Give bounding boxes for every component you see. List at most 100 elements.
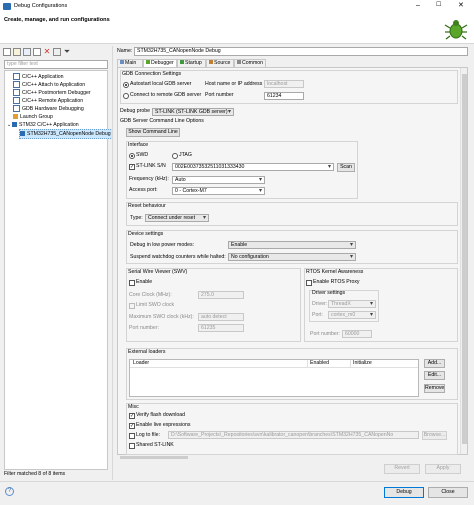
jtag-radio[interactable] bbox=[172, 153, 178, 159]
lowpower-value: Enable bbox=[231, 242, 248, 248]
stlink-sn-value: 002E00373532511031333430 bbox=[175, 164, 245, 170]
rtos-proxy-checkbox[interactable] bbox=[306, 280, 312, 286]
stlink-sn-checkbox[interactable]: ✓ bbox=[129, 164, 135, 170]
port-field[interactable]: 61234 bbox=[264, 92, 304, 100]
pane-splitter[interactable] bbox=[112, 46, 113, 480]
edit-loader-button[interactable]: Edit... bbox=[424, 371, 445, 380]
loader-column-header[interactable]: Loader bbox=[133, 360, 149, 367]
port-value: 61234 bbox=[267, 93, 282, 99]
host-field[interactable]: localhost bbox=[264, 80, 304, 88]
misc-label: Misc bbox=[128, 404, 139, 410]
probe-select[interactable]: ST-LINK (ST-LINK GDB server) bbox=[152, 108, 234, 116]
jtag-label: JTAG bbox=[179, 152, 192, 158]
loaders-table[interactable]: Loader Enabled Initialize bbox=[129, 359, 419, 397]
new-config-icon[interactable] bbox=[3, 48, 11, 56]
live-expr-label: Enable live expressions bbox=[136, 422, 191, 428]
main-tab-icon bbox=[120, 60, 124, 64]
probe-label: Debug probe bbox=[120, 108, 150, 114]
tree-item-cpp-postmortem[interactable]: C/C++ Postmortem Debugger bbox=[13, 89, 91, 97]
cpp-attach-icon bbox=[13, 81, 20, 89]
rtos-port-select[interactable]: cortex_m0 bbox=[328, 311, 376, 319]
tree-item-stm32-app[interactable]: ⌄ STM32 C/C++ Application bbox=[7, 121, 79, 129]
rtos-portnum-field[interactable]: 60000 bbox=[342, 330, 372, 338]
tab-main[interactable]: Main bbox=[117, 59, 143, 67]
show-command-line-label: Show Command Line bbox=[128, 129, 178, 135]
filter-input[interactable]: type filter text bbox=[4, 60, 108, 69]
autostart-radio[interactable] bbox=[123, 82, 129, 88]
filter-icon[interactable]: ⏷ bbox=[63, 48, 71, 56]
hscroll-thumb[interactable] bbox=[120, 456, 188, 459]
vertical-scrollbar[interactable] bbox=[460, 68, 467, 454]
tree-item-selected-config[interactable]: STM32H735_CANopenNode Debug bbox=[19, 129, 113, 139]
tree-item-cpp-attach[interactable]: C/C++ Attach to Application bbox=[13, 81, 85, 89]
shared-stlink-checkbox[interactable] bbox=[129, 443, 135, 449]
apply-button[interactable]: Apply bbox=[425, 464, 461, 474]
browse-button[interactable]: Browse... bbox=[422, 431, 447, 440]
delete-icon[interactable]: ✕ bbox=[43, 48, 51, 56]
close-button[interactable]: Close bbox=[428, 487, 468, 498]
tab-label: Common bbox=[242, 60, 264, 66]
limit-swo-checkbox[interactable] bbox=[129, 303, 135, 309]
watchdog-select[interactable]: No configuration bbox=[228, 253, 356, 261]
debug-button[interactable]: Debug bbox=[384, 487, 424, 498]
host-label: Host name or IP address bbox=[205, 81, 263, 87]
name-field[interactable]: STM32H735_CANopenNode Debug bbox=[134, 47, 468, 56]
limit-swo-label: Limit SWO clock bbox=[136, 302, 175, 308]
tree-item-label: STM32H735_CANopenNode Debug bbox=[27, 131, 111, 137]
tree-item-gdb-hw[interactable]: GDB Hardware Debugging bbox=[13, 105, 84, 113]
startup-tab-icon bbox=[180, 60, 184, 64]
reset-type-select[interactable]: Connect under reset bbox=[145, 214, 209, 222]
collapse-all-icon[interactable] bbox=[53, 48, 61, 56]
swv-port-field[interactable]: 61235 bbox=[198, 324, 244, 332]
swv-enable-checkbox[interactable] bbox=[129, 280, 135, 286]
interface-label: Interface bbox=[128, 142, 149, 148]
remote-radio[interactable] bbox=[123, 93, 129, 99]
rtos-proxy-label: Enable RTOS Proxy bbox=[313, 279, 360, 285]
tab-common[interactable]: Common bbox=[234, 59, 266, 67]
help-icon[interactable]: ? bbox=[5, 487, 14, 496]
tree-item-cpp-app[interactable]: C/C++ Application bbox=[13, 73, 64, 81]
access-port-select[interactable]: 0 - Cortex-M7 bbox=[172, 187, 265, 195]
verify-flash-checkbox[interactable]: ✓ bbox=[129, 413, 135, 419]
tab-label: Source bbox=[214, 60, 231, 66]
app-icon bbox=[3, 3, 11, 10]
driver-select[interactable]: ThreadX bbox=[328, 300, 376, 308]
lowpower-select[interactable]: Enable bbox=[228, 241, 356, 249]
export-icon[interactable] bbox=[23, 48, 31, 56]
initialize-column-header[interactable]: Initialize bbox=[353, 360, 372, 367]
enabled-column-header[interactable]: Enabled bbox=[310, 360, 329, 367]
add-loader-button[interactable]: Add... bbox=[424, 359, 445, 368]
minimize-icon[interactable]: – bbox=[416, 2, 420, 9]
stlink-sn-select[interactable]: 002E00373532511031333430 bbox=[172, 163, 334, 171]
remove-loader-button[interactable]: Remove bbox=[424, 384, 445, 393]
horizontal-scrollbar[interactable] bbox=[118, 455, 460, 460]
tree-item-launch-group[interactable]: Launch Group bbox=[13, 113, 53, 121]
tree-item-label: STM32 C/C++ Application bbox=[19, 122, 79, 128]
tree-item-cpp-remote[interactable]: C/C++ Remote Application bbox=[13, 97, 83, 105]
tab-startup[interactable]: Startup bbox=[177, 59, 206, 67]
frequency-select[interactable]: Auto bbox=[172, 176, 265, 184]
access-port-label: Access port: bbox=[129, 187, 158, 193]
scan-button[interactable]: Scan bbox=[337, 163, 355, 172]
show-command-line-button[interactable]: Show Command Line bbox=[126, 128, 180, 137]
config-tree: C/C++ Application C/C++ Attach to Applic… bbox=[4, 70, 113, 470]
revert-button[interactable]: Revert bbox=[384, 464, 420, 474]
log-path-field[interactable]: D:\Software_Projects\_Repositories\svn\k… bbox=[168, 431, 419, 439]
maximize-icon[interactable]: ☐ bbox=[436, 2, 441, 9]
swd-radio[interactable] bbox=[129, 153, 135, 159]
tab-debugger[interactable]: Debugger bbox=[143, 59, 177, 67]
duplicate-icon[interactable] bbox=[33, 48, 41, 56]
close-icon[interactable]: ✕ bbox=[458, 2, 464, 9]
rtos-portnum-value: 60000 bbox=[345, 331, 360, 337]
launch-group-icon bbox=[13, 114, 18, 120]
rtos-label: RTOS Kernel Awareness bbox=[306, 269, 364, 275]
max-swo-field[interactable]: auto detect bbox=[198, 313, 244, 321]
new-prototype-icon[interactable] bbox=[13, 48, 21, 56]
log-to-file-checkbox[interactable] bbox=[129, 433, 135, 439]
scrollbar-thumb[interactable] bbox=[462, 74, 467, 444]
lowpower-label: Debug in low power modes: bbox=[130, 242, 195, 248]
tab-source[interactable]: Source bbox=[206, 59, 234, 67]
core-clock-field[interactable]: 275.0 bbox=[198, 291, 244, 299]
live-expr-checkbox[interactable]: ✓ bbox=[129, 423, 135, 429]
rtos-port-value: cortex_m0 bbox=[331, 312, 356, 318]
